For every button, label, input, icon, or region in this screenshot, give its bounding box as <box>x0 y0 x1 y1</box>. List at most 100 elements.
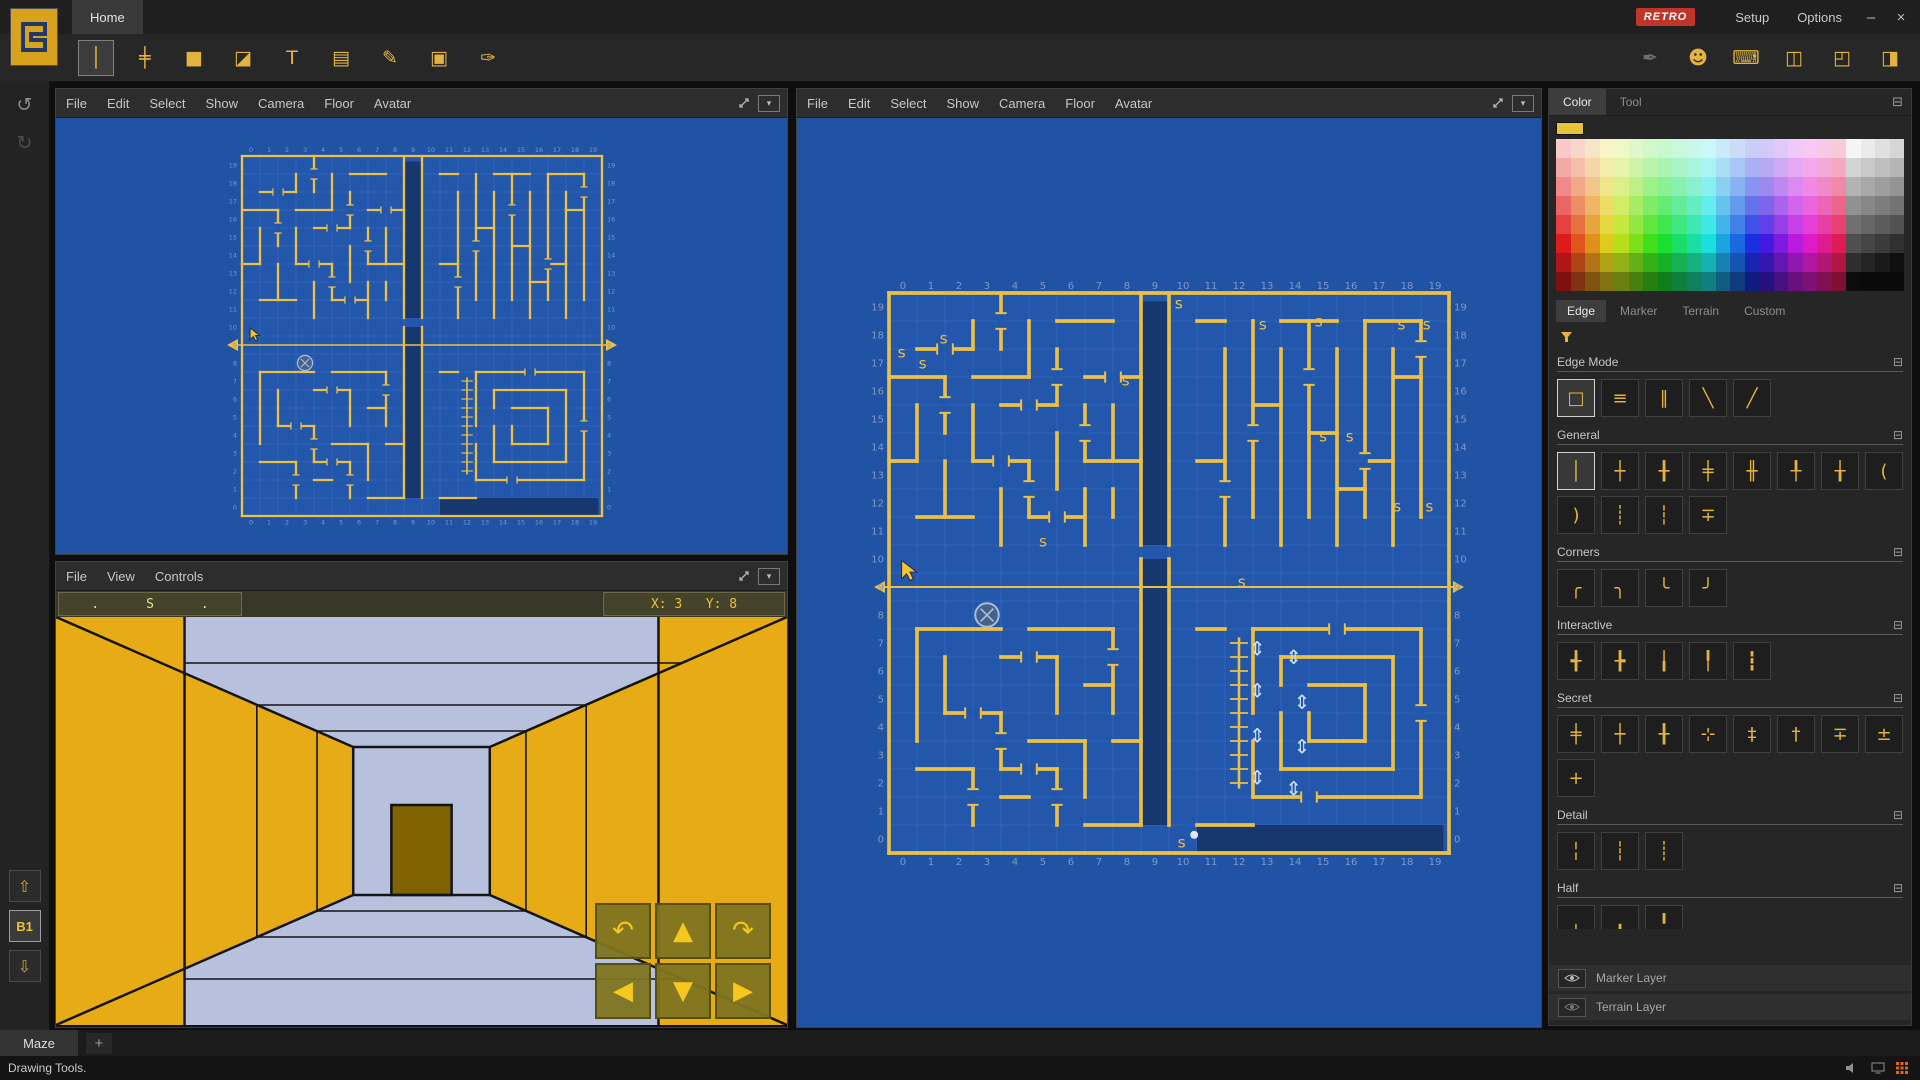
palette-cell[interactable] <box>1701 158 1716 177</box>
palette-cell[interactable] <box>1802 272 1817 291</box>
palette-cell[interactable] <box>1686 234 1701 253</box>
visibility-eye-icon[interactable] <box>1558 997 1586 1017</box>
menu-avatar[interactable]: Avatar <box>364 89 421 117</box>
palette-cell[interactable] <box>1802 234 1817 253</box>
panel-menu-dropdown[interactable]: ▾ <box>1512 94 1534 112</box>
palette-cell[interactable] <box>1744 234 1759 253</box>
panel-toggle[interactable]: ◨ <box>1872 40 1908 76</box>
palette-cell[interactable] <box>1628 177 1643 196</box>
palette-cell[interactable] <box>1672 215 1687 234</box>
palette-cell[interactable] <box>1585 234 1600 253</box>
palette-cell[interactable] <box>1657 272 1672 291</box>
palette-cell[interactable] <box>1628 196 1643 215</box>
menu-select[interactable]: Select <box>139 89 195 117</box>
palette-cell[interactable] <box>1585 177 1600 196</box>
palette-cell[interactable] <box>1831 253 1846 272</box>
panel-menu-dropdown[interactable]: ▾ <box>758 567 780 585</box>
secret-door[interactable]: ╪ <box>1557 715 1595 753</box>
palette-cell[interactable] <box>1614 158 1629 177</box>
edge-arc-right[interactable]: ) <box>1557 496 1595 534</box>
palette-cell[interactable] <box>1614 139 1629 158</box>
palette-cell[interactable] <box>1875 234 1890 253</box>
palette-cell[interactable] <box>1788 196 1803 215</box>
palette-cell[interactable] <box>1643 215 1658 234</box>
palette-cell[interactable] <box>1802 177 1817 196</box>
palette-cell[interactable] <box>1556 158 1571 177</box>
display-icon[interactable] <box>1871 1062 1885 1074</box>
palette-cell[interactable] <box>1672 158 1687 177</box>
tab-maze[interactable]: Maze <box>0 1030 78 1056</box>
palette-cell[interactable] <box>1570 272 1585 291</box>
interactive-door-right[interactable]: ╊ <box>1601 642 1639 680</box>
forward-button[interactable]: ▲ <box>655 903 711 959</box>
edge-door-down[interactable]: ╁ <box>1821 452 1859 490</box>
half-wall-b[interactable]: ╻ <box>1601 905 1639 929</box>
edge-gate[interactable]: ╫ <box>1733 452 1771 490</box>
palette-cell[interactable] <box>1686 196 1701 215</box>
wall-tool[interactable]: │ <box>78 40 114 76</box>
view3d-viewport[interactable]: . S . X: 3 Y: 8 ↶ ▲ ↷ ◀ ▼ ▶ <box>56 591 787 1027</box>
secret-two-way[interactable]: ± <box>1865 715 1903 753</box>
avatar-settings[interactable]: ☻ <box>1680 40 1716 76</box>
palette-cell[interactable] <box>1643 234 1658 253</box>
palette-cell[interactable] <box>1889 253 1904 272</box>
brush-tool[interactable]: ✑ <box>470 40 506 76</box>
palette-cell[interactable] <box>1860 234 1875 253</box>
palette-cell[interactable] <box>1556 196 1571 215</box>
terrain-layer[interactable]: Terrain Layer <box>1549 994 1911 1020</box>
tab-terrain[interactable]: Terrain <box>1671 300 1730 322</box>
palette-cell[interactable] <box>1846 253 1861 272</box>
palette-cell[interactable] <box>1817 196 1832 215</box>
palette-cell[interactable] <box>1875 177 1890 196</box>
palette-cell[interactable] <box>1744 272 1759 291</box>
half-wall-a[interactable]: ╷ <box>1557 905 1595 929</box>
floor-down-button[interactable]: ⇩ <box>8 950 41 982</box>
palette-cell[interactable] <box>1759 139 1774 158</box>
palette-cell[interactable] <box>1788 177 1803 196</box>
palette-cell[interactable] <box>1860 215 1875 234</box>
palette-cell[interactable] <box>1570 158 1585 177</box>
palette-cell[interactable] <box>1556 177 1571 196</box>
palette-cell[interactable] <box>1759 215 1774 234</box>
palette-cell[interactable] <box>1846 177 1861 196</box>
palette-cell[interactable] <box>1570 253 1585 272</box>
palette-cell[interactable] <box>1614 196 1629 215</box>
palette-cell[interactable] <box>1556 253 1571 272</box>
palette-cell[interactable] <box>1614 177 1629 196</box>
palette-cell[interactable] <box>1701 234 1716 253</box>
palette-cell[interactable] <box>1701 196 1716 215</box>
secret-passage[interactable]: ┼ <box>1601 715 1639 753</box>
palette-cell[interactable] <box>1773 139 1788 158</box>
palette-cell[interactable] <box>1686 158 1701 177</box>
palette-cell[interactable] <box>1817 177 1832 196</box>
palette-cell[interactable] <box>1788 139 1803 158</box>
palette-cell[interactable] <box>1889 272 1904 291</box>
current-color-swatch[interactable] <box>1556 122 1584 135</box>
palette-cell[interactable] <box>1570 177 1585 196</box>
floor-up-button[interactable]: ⇧ <box>8 870 41 902</box>
quill-tool[interactable]: ✒ <box>1632 40 1668 76</box>
detail-window[interactable]: ┊ <box>1645 832 1683 870</box>
palette-cell[interactable] <box>1730 215 1745 234</box>
interactive-bars[interactable]: ┇ <box>1733 642 1771 680</box>
palette-cell[interactable] <box>1599 177 1614 196</box>
expand-panel-icon[interactable] <box>1491 96 1505 110</box>
palette-cell[interactable] <box>1773 158 1788 177</box>
add-map-tab-button[interactable]: + <box>86 1032 112 1054</box>
palette-cell[interactable] <box>1788 272 1803 291</box>
floor-current-button[interactable]: B1 <box>8 910 41 942</box>
edge-wall[interactable]: │ <box>1557 452 1595 490</box>
palette-cell[interactable] <box>1889 158 1904 177</box>
palette-cell[interactable] <box>1875 215 1890 234</box>
palette-cell[interactable] <box>1570 196 1585 215</box>
palette-cell[interactable] <box>1585 196 1600 215</box>
door-tool[interactable]: ╪ <box>127 40 163 76</box>
palette-cell[interactable] <box>1686 253 1701 272</box>
palette-cell[interactable] <box>1657 215 1672 234</box>
palette-cell[interactable] <box>1599 215 1614 234</box>
palette-cell[interactable] <box>1846 158 1861 177</box>
palette-cell[interactable] <box>1715 196 1730 215</box>
pen-tool[interactable]: ✎ <box>372 40 408 76</box>
menu-file[interactable]: File <box>56 562 97 590</box>
palette-cell[interactable] <box>1715 253 1730 272</box>
